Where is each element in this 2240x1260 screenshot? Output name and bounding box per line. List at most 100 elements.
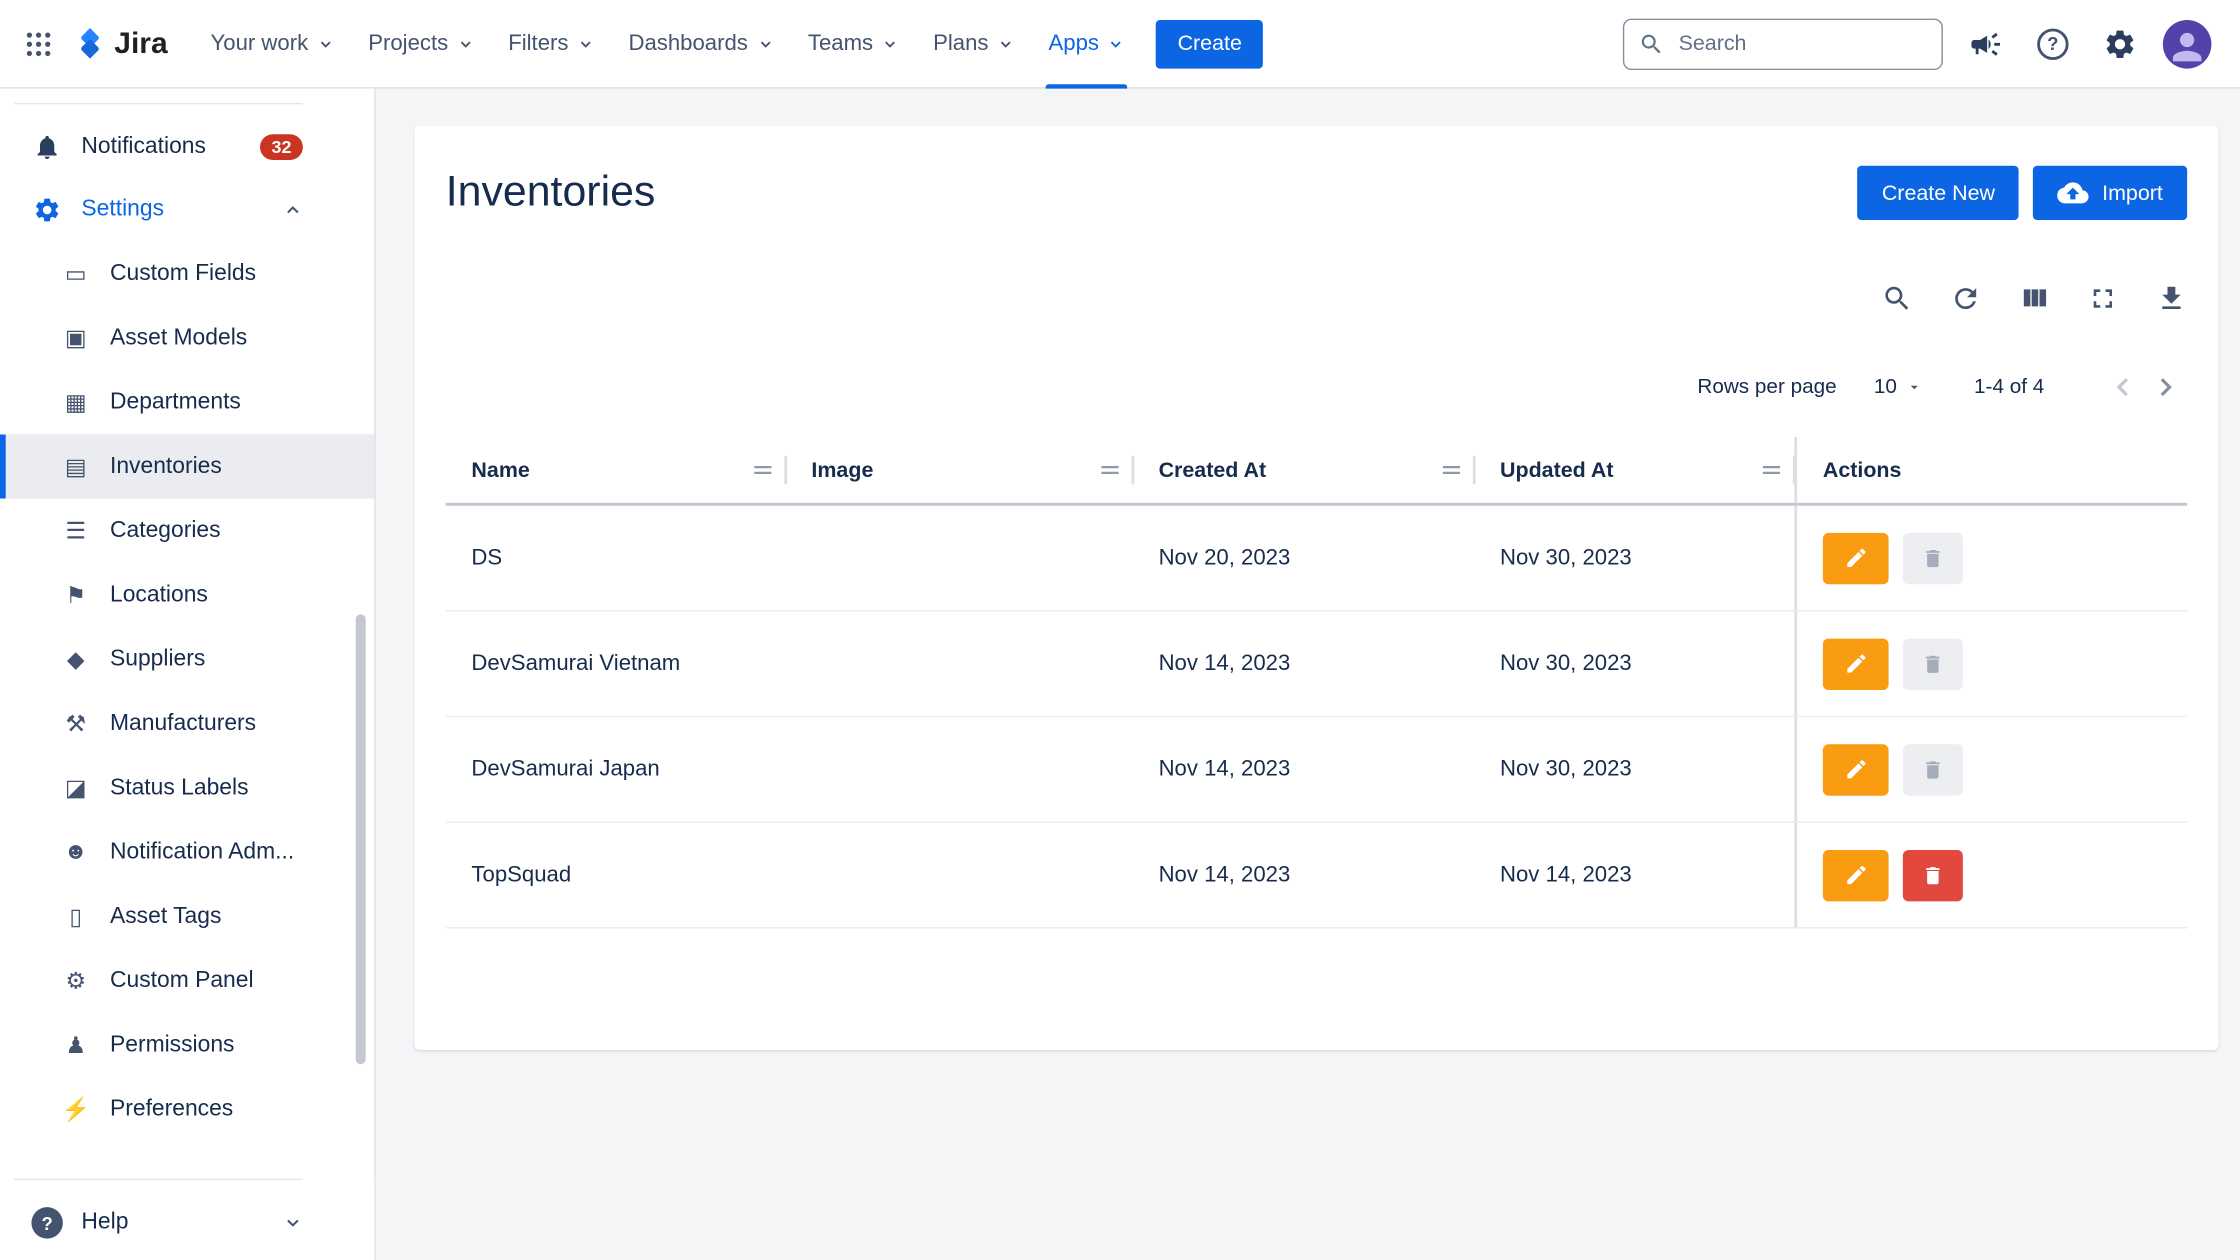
settings-button[interactable] [2094, 18, 2145, 69]
columns-button[interactable] [2019, 283, 2050, 314]
sidebar-item-label: Inventories [110, 454, 303, 480]
table-toolbar [446, 283, 2187, 314]
nav-item-label: Projects [368, 31, 448, 57]
edit-button[interactable] [1823, 638, 1889, 689]
sidebar-item-settings[interactable]: Settings [0, 179, 374, 242]
settings-gear-icon [31, 196, 62, 225]
rows-per-page-select[interactable]: 10 [1865, 374, 1931, 400]
preferences-icon: ⚡ [60, 1095, 91, 1124]
delete-button[interactable] [1903, 532, 1963, 583]
nav-item-label: Teams [808, 31, 873, 57]
help-button[interactable]: ? [2029, 19, 2078, 68]
nav-item-apps[interactable]: Apps [1031, 0, 1141, 89]
global-search [1623, 18, 1943, 69]
nav-item-your-work[interactable]: Your work [193, 0, 351, 89]
cell-name: DevSamurai Vietnam [446, 651, 786, 677]
sidebar-item-status-labels[interactable]: ◪ Status Labels [0, 756, 374, 820]
chevron-right-icon [2150, 371, 2181, 402]
chevron-down-icon [997, 36, 1014, 53]
import-button[interactable]: Import [2034, 166, 2188, 220]
cell-name: TopSquad [446, 862, 786, 888]
fullscreen-button[interactable] [2087, 283, 2118, 314]
app-switcher-button[interactable] [14, 19, 63, 68]
cell-actions [1794, 611, 2187, 715]
chevron-down-icon [317, 36, 334, 53]
refresh-button[interactable] [1950, 283, 1981, 314]
table-row: TopSquad Nov 14, 2023 Nov 14, 2023 [446, 823, 2187, 929]
create-new-button[interactable]: Create New [1858, 166, 2020, 220]
create-button[interactable]: Create [1156, 19, 1263, 68]
sidebar-item-manufacturers[interactable]: ⚒ Manufacturers [0, 691, 374, 755]
sidebar-item-departments[interactable]: ▦ Departments [0, 370, 374, 434]
nav-item-teams[interactable]: Teams [791, 0, 916, 89]
sidebar-item-label: Custom Panel [110, 968, 303, 994]
search-input[interactable] [1676, 30, 1927, 57]
megaphone-icon [1969, 26, 2003, 60]
delete-button[interactable] [1903, 638, 1963, 689]
cell-created-at: Nov 14, 2023 [1133, 651, 1474, 677]
drag-handle-icon[interactable] [751, 460, 774, 480]
trash-icon [1921, 864, 1944, 887]
sidebar-item-notifications[interactable]: Notifications 32 [0, 116, 374, 179]
cell-created-at: Nov 14, 2023 [1133, 756, 1474, 782]
nav-item-plans[interactable]: Plans [916, 0, 1031, 89]
app-window: Jira Your work Projects Filter [0, 0, 2240, 1260]
drag-handle-icon[interactable] [1760, 460, 1783, 480]
sidebar: Notifications 32 Settings ▭ Custom Field… [0, 89, 376, 1260]
sidebar-item-custom-fields[interactable]: ▭ Custom Fields [0, 241, 374, 305]
sidebar-item-label: Asset Models [110, 325, 303, 351]
nav-item-projects[interactable]: Projects [351, 0, 491, 89]
sidebar-item-notification-admins[interactable]: ☻ Notification Adm... [0, 820, 374, 884]
table-row: DevSamurai Japan Nov 14, 2023 Nov 30, 20… [446, 717, 2187, 823]
drag-handle-icon[interactable] [1440, 460, 1463, 480]
sidebar-item-custom-panel[interactable]: ⚙ Custom Panel [0, 949, 374, 1013]
delete-button[interactable] [1903, 849, 1963, 900]
column-header-actions: Actions [1794, 437, 2187, 503]
sidebar-item-label: Custom Fields [110, 261, 303, 287]
sidebar-item-help[interactable]: ? Help [0, 1191, 374, 1254]
drag-handle-icon[interactable] [1099, 460, 1122, 480]
sidebar-item-permissions[interactable]: ♟ Permissions [0, 1013, 374, 1077]
sidebar-item-locations[interactable]: ⚑ Locations [0, 563, 374, 627]
sidebar-item-asset-tags[interactable]: ▯ Asset Tags [0, 884, 374, 948]
sidebar-item-suppliers[interactable]: ◆ Suppliers [0, 627, 374, 691]
sidebar-item-label: Locations [110, 582, 303, 608]
sidebar-item-label: Departments [110, 389, 303, 415]
nav-item-filters[interactable]: Filters [491, 0, 611, 89]
table-body: DS Nov 20, 2023 Nov 30, 2023 [446, 506, 2187, 929]
sidebar-item-categories[interactable]: ☰ Categories [0, 499, 374, 563]
suppliers-icon: ◆ [60, 645, 91, 674]
pagination-range: 1-4 of 4 [1974, 376, 2044, 399]
main-content: Inventories Create New Import [376, 89, 2240, 1260]
edit-button[interactable] [1823, 744, 1889, 795]
prev-page-button[interactable] [2101, 366, 2144, 409]
delete-button[interactable] [1903, 744, 1963, 795]
download-button[interactable] [2156, 283, 2187, 314]
help-circle-icon: ? [31, 1207, 62, 1238]
refresh-icon [1950, 283, 1981, 314]
table-row: DS Nov 20, 2023 Nov 30, 2023 [446, 506, 2187, 612]
edit-button[interactable] [1823, 849, 1889, 900]
columns-icon [2019, 283, 2050, 314]
download-icon [2156, 283, 2187, 314]
table-search-button[interactable] [1881, 283, 1912, 314]
edit-button[interactable] [1823, 532, 1889, 583]
sidebar-item-label: Preferences [110, 1096, 303, 1122]
sidebar-item-inventories[interactable]: ▤ Inventories [0, 434, 374, 498]
sidebar-item-label: Permissions [110, 1032, 303, 1058]
next-page-button[interactable] [2144, 366, 2187, 409]
sidebar-item-preferences[interactable]: ⚡ Preferences [0, 1077, 374, 1141]
chevron-left-icon [2107, 371, 2138, 402]
manufacturers-icon: ⚒ [60, 709, 91, 738]
announcements-button[interactable] [1960, 18, 2011, 69]
sidebar-item-asset-models[interactable]: ▣ Asset Models [0, 306, 374, 370]
cell-name: DS [446, 545, 786, 571]
avatar[interactable] [2163, 19, 2212, 68]
caret-down-icon [1905, 379, 1922, 396]
cell-updated-at: Nov 30, 2023 [1474, 545, 1794, 571]
create-new-label: Create New [1882, 181, 1995, 205]
jira-brand[interactable]: Jira [71, 25, 167, 62]
sidebar-scrollbar[interactable] [356, 614, 366, 1064]
nav-item-dashboards[interactable]: Dashboards [611, 0, 790, 89]
chevron-down-icon [283, 1213, 303, 1233]
